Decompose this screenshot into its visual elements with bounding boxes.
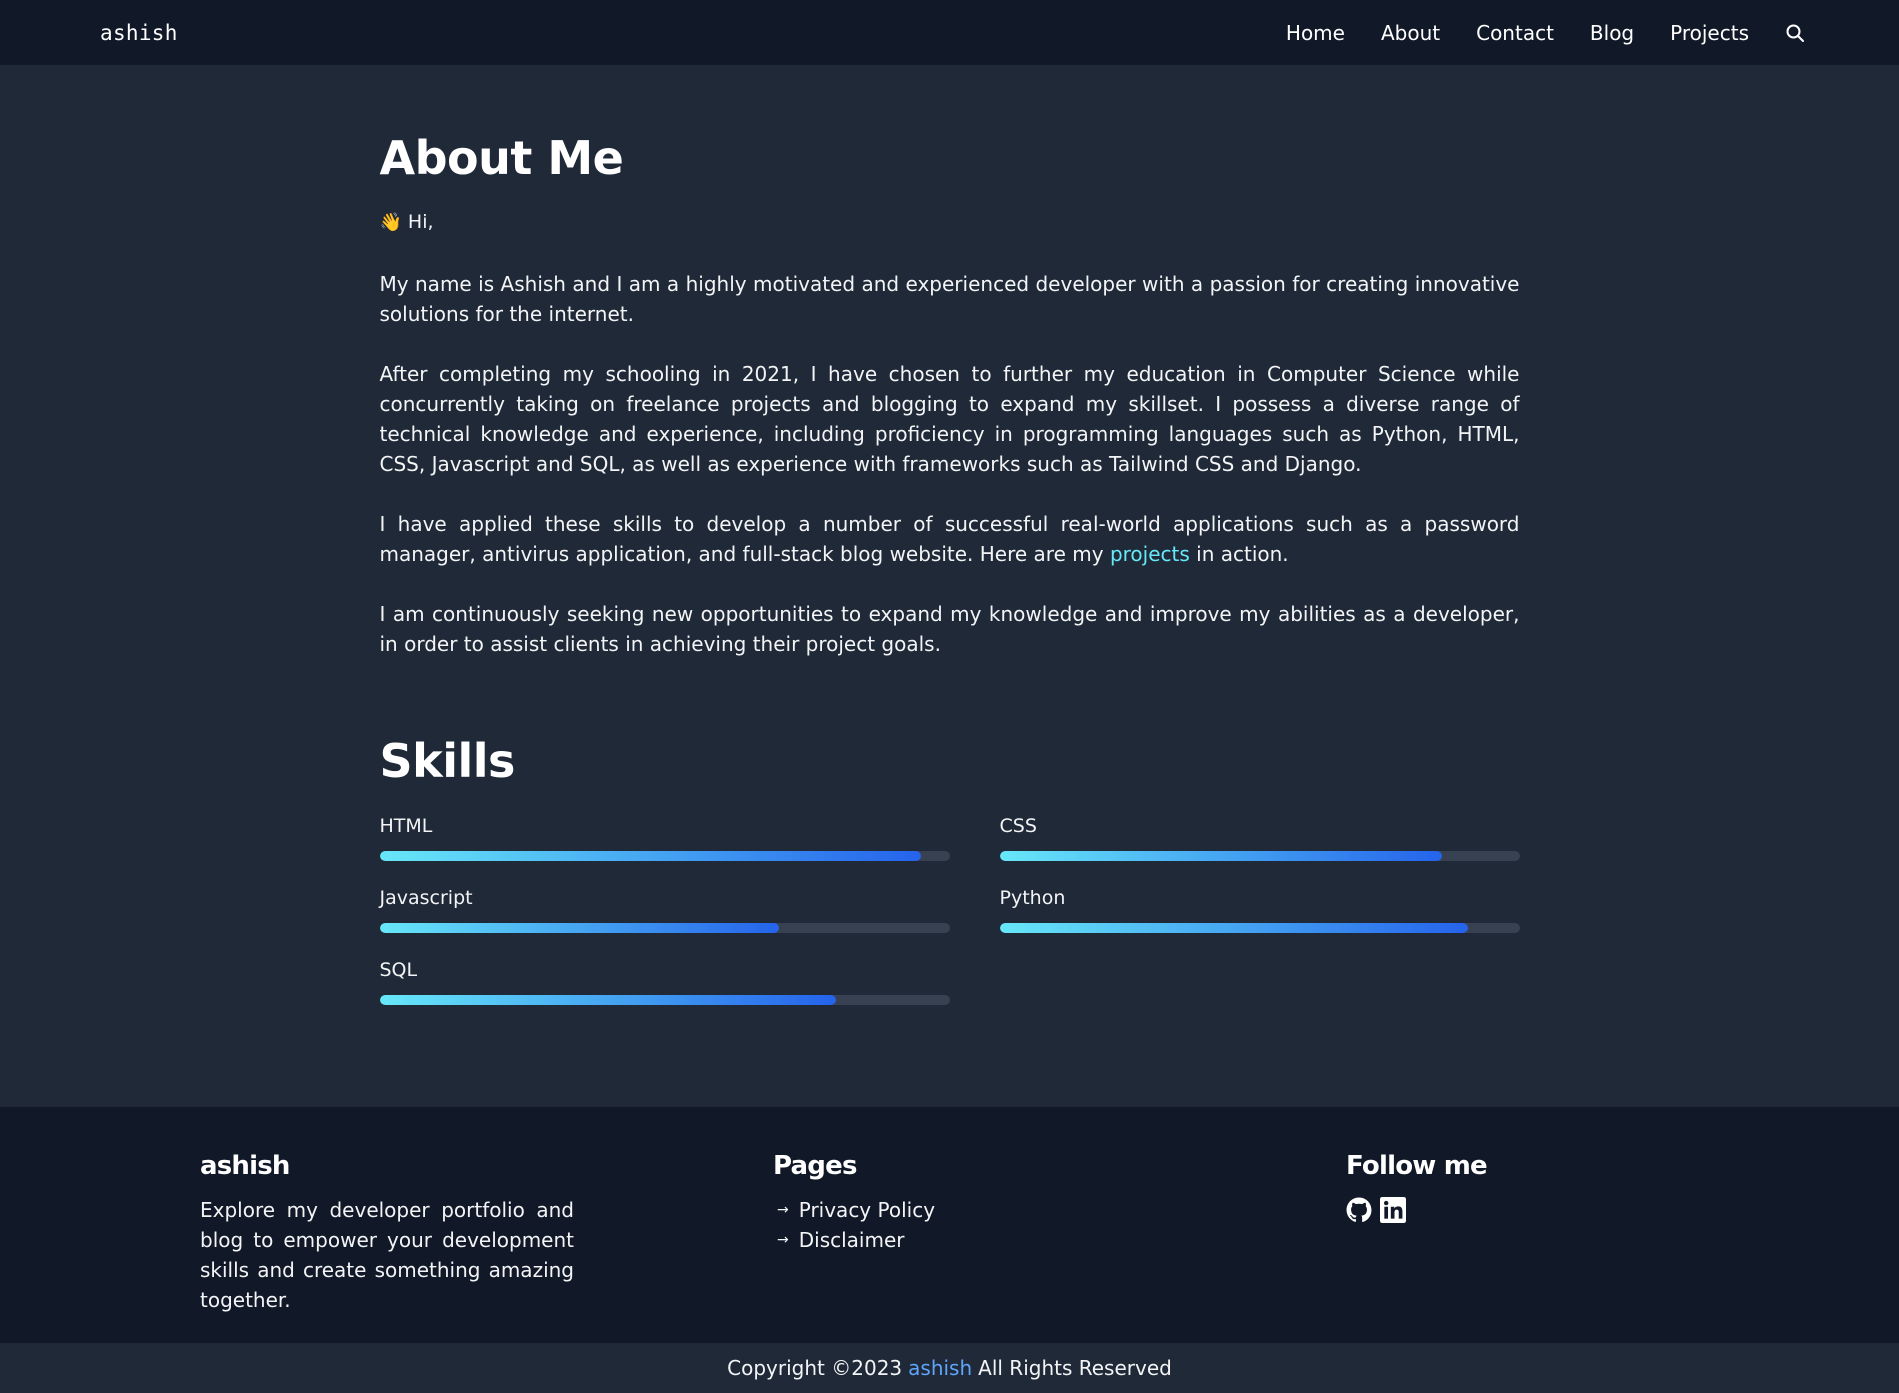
skill-css: CSS — [999, 813, 1520, 885]
about-paragraph-4: I am continuously seeking new opportunit… — [379, 602, 1520, 656]
skills-grid: HTML CSS Javascript Python SQL — [379, 813, 1520, 1029]
about-paragraph-1: My name is Ashish and I am a highly moti… — [379, 272, 1520, 326]
footer-about: ashish Explore my developer portfolio an… — [200, 1149, 574, 1315]
about-paragraph-2: After completing my schooling in 2021, I… — [379, 362, 1520, 476]
skill-sql: SQL — [379, 957, 950, 1029]
brand-logo[interactable]: ashish — [100, 21, 178, 45]
main-nav: Home About Contact Blog Projects — [1250, 21, 1807, 45]
page-title: About Me — [379, 131, 624, 185]
skill-html: HTML — [379, 813, 950, 885]
arrow-right-icon: → — [777, 1232, 789, 1248]
skill-label: HTML — [379, 815, 433, 837]
github-icon[interactable] — [1346, 1197, 1372, 1223]
footer-link-label: Disclaimer — [798, 1228, 905, 1252]
skills-title: Skills — [379, 734, 516, 788]
about-paragraph-3-text: I have applied these skills to develop a… — [379, 512, 1520, 566]
arrow-right-icon: → — [777, 1202, 789, 1218]
skill-python: Python — [999, 885, 1520, 957]
copyright-rights: All Rights Reserved — [978, 1356, 1172, 1380]
search-icon[interactable] — [1785, 22, 1807, 44]
linkedin-icon[interactable] — [1380, 1197, 1406, 1223]
copyright-text: Copyright ©2023 — [727, 1356, 903, 1380]
nav-contact[interactable]: Contact — [1476, 21, 1554, 45]
skill-progress-fill — [379, 995, 836, 1005]
skill-progress-track — [999, 851, 1520, 861]
top-navbar: ashish Home About Contact Blog Projects — [0, 0, 1899, 65]
footer-follow: Follow me — [1346, 1149, 1488, 1223]
skill-javascript: Javascript — [379, 885, 950, 957]
footer-link-label: Privacy Policy — [798, 1198, 936, 1222]
nav-about[interactable]: About — [1381, 21, 1440, 45]
skill-progress-track — [999, 923, 1520, 933]
skill-label: CSS — [999, 815, 1037, 837]
skill-progress-fill — [379, 923, 779, 933]
nav-home[interactable]: Home — [1286, 21, 1345, 45]
skill-progress-track — [379, 995, 950, 1005]
about-paragraph-3: I have applied these skills to develop a… — [380, 509, 1520, 569]
footer-link-privacy-policy[interactable]: → Privacy Policy — [773, 1195, 935, 1225]
footer-pages-title: Pages — [773, 1151, 857, 1181]
footer-pages-list: → Privacy Policy → Disclaimer — [773, 1195, 935, 1255]
social-links — [1346, 1197, 1487, 1223]
copyright-name-link[interactable]: ashish — [908, 1356, 972, 1380]
footer-link-disclaimer[interactable]: → Disclaimer — [773, 1225, 935, 1255]
skill-label: Javascript — [379, 887, 473, 909]
skill-progress-fill — [999, 851, 1442, 861]
site-footer: ashish Explore my developer portfolio an… — [0, 1107, 1899, 1343]
skill-progress-fill — [999, 923, 1468, 933]
skill-progress-fill — [379, 851, 921, 861]
about-paragraph-3-end: in action. — [1189, 542, 1289, 566]
footer-brand: ashish — [200, 1151, 290, 1181]
projects-link[interactable]: projects — [1110, 542, 1190, 566]
copyright-bar: Copyright ©2023 ashish All Rights Reserv… — [0, 1343, 1899, 1393]
nav-projects[interactable]: Projects — [1670, 21, 1749, 45]
skill-label: Python — [999, 887, 1066, 909]
greeting: 👋 Hi, — [380, 210, 1520, 235]
greeting-text: Hi, — [407, 211, 434, 233]
nav-blog[interactable]: Blog — [1590, 21, 1634, 45]
footer-follow-title: Follow me — [1346, 1151, 1488, 1181]
footer-description: Explore my developer portfolio and blog … — [200, 1198, 574, 1312]
skill-progress-track — [379, 923, 950, 933]
skill-progress-track — [379, 851, 950, 861]
skill-label: SQL — [379, 959, 418, 981]
main-content: About Me 👋 Hi, My name is Ashish and I a… — [379, 65, 1520, 1107]
waving-hand-icon: 👋 — [379, 212, 402, 233]
footer-pages: Pages → Privacy Policy → Disclaimer — [773, 1149, 935, 1255]
